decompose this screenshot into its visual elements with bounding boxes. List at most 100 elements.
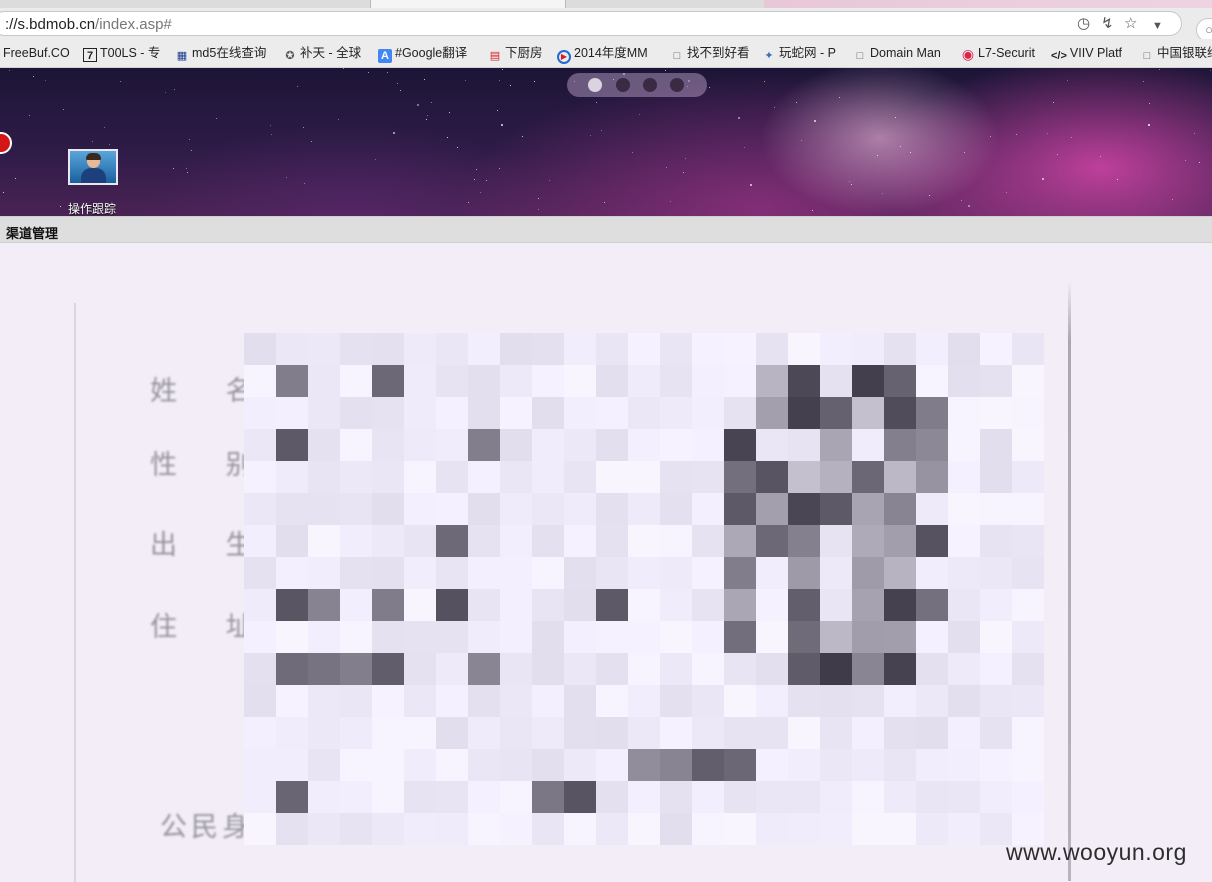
mosaic-cell (628, 429, 660, 461)
mosaic-cell (852, 717, 884, 749)
notification-badge-icon[interactable] (0, 132, 12, 154)
star (596, 102, 597, 103)
star (1117, 179, 1118, 180)
mosaic-cell (532, 621, 564, 653)
mosaic-cell (884, 717, 916, 749)
bookmark-google-translate[interactable]: A #Google翻译 (378, 39, 467, 67)
mosaic-cell (596, 813, 628, 845)
mosaic-cell (948, 557, 980, 589)
mosaic-cell (916, 461, 948, 493)
mosaic-cell (500, 493, 532, 525)
mosaic-cell (596, 653, 628, 685)
mosaic-cell (820, 685, 852, 717)
star (499, 168, 500, 169)
mosaic-cell (724, 717, 756, 749)
mosaic-cell (372, 557, 404, 589)
star (427, 115, 428, 116)
tab-strip-background (764, 0, 1212, 8)
mosaic-cell (788, 653, 820, 685)
mosaic-cell (532, 653, 564, 685)
star (400, 90, 401, 91)
star (1172, 199, 1173, 200)
pager-dot[interactable] (616, 78, 630, 92)
mosaic-cell (756, 621, 788, 653)
mosaic-cell (404, 813, 436, 845)
mosaic-cell (244, 397, 276, 429)
code-icon: </> (1051, 50, 1067, 62)
mosaic-cell (628, 621, 660, 653)
mosaic-cell (1012, 653, 1044, 685)
mosaic-cell (916, 333, 948, 365)
mosaic-cell (628, 525, 660, 557)
section-title: 渠道管理 (6, 226, 59, 241)
mosaic-cell (564, 781, 596, 813)
active-tab[interactable] (370, 0, 566, 8)
star (590, 135, 591, 136)
star (45, 80, 46, 81)
mosaic-cell (244, 685, 276, 717)
bookmark-domain-man[interactable]: □ Domain Man (853, 39, 941, 67)
mosaic-cell (1012, 397, 1044, 429)
document-viewer: 姓 名 性 别 出 生 住 址 公民身 www.wooyun.org (0, 243, 1212, 882)
mosaic-cell (276, 429, 308, 461)
mosaic-cell (468, 685, 500, 717)
bookmark-xiachufang[interactable]: ▤ 下厨房 (488, 39, 543, 67)
mosaic-cell (756, 717, 788, 749)
mosaic-cell (436, 365, 468, 397)
star (538, 198, 539, 199)
mosaic-cell (692, 653, 724, 685)
bolt-icon[interactable]: ↯ (1101, 15, 1114, 33)
url-input[interactable]: ://s.bdmob.cn/index.asp# ◷ ↯ ☆ ▼ (0, 11, 1182, 36)
mosaic-cell (468, 589, 500, 621)
bookmark-wanshe[interactable]: ✦ 玩蛇网 - P (762, 39, 836, 67)
desktop-icon-label[interactable]: 操作跟踪 (68, 200, 116, 216)
star (1006, 192, 1007, 193)
speed-dial-icon[interactable]: ◷ (1077, 15, 1090, 33)
mosaic-cell (852, 749, 884, 781)
mosaic-cell (436, 749, 468, 781)
mosaic-cell (500, 461, 532, 493)
mosaic-cell (308, 781, 340, 813)
mosaic-cell (404, 429, 436, 461)
mosaic-cell (500, 621, 532, 653)
mosaic-cell (692, 525, 724, 557)
star (286, 177, 287, 178)
star (774, 107, 775, 108)
bookmark-page-1[interactable]: □ 找不到好看 (670, 39, 750, 67)
bookmark-viiv[interactable]: </> VIIV Platf (1051, 39, 1122, 67)
star (187, 172, 188, 173)
mosaic-cell (276, 461, 308, 493)
mosaic-cell (436, 813, 468, 845)
mosaic-cell (564, 653, 596, 685)
mosaic-cell (820, 749, 852, 781)
bookmark-md5[interactable]: ▦ md5在线查询 (175, 39, 267, 67)
bookmark-t00ls[interactable]: 7 T00LS - 专 (83, 39, 160, 67)
mosaic-cell (1012, 493, 1044, 525)
mosaic-cell (340, 589, 372, 621)
bookmark-2014mm[interactable]: ▶ 2014年度MM (557, 39, 648, 67)
mosaic-cell (788, 365, 820, 397)
star (468, 202, 469, 203)
mosaic-cell (788, 429, 820, 461)
pager-dot-active[interactable] (588, 78, 602, 92)
mosaic-cell (372, 589, 404, 621)
mosaic-cell (980, 525, 1012, 557)
mosaic-cell (308, 813, 340, 845)
mosaic-cell (788, 621, 820, 653)
mosaic-cell (596, 365, 628, 397)
user-tracking-icon[interactable] (68, 149, 118, 185)
mosaic-cell (884, 621, 916, 653)
bookmark-butian[interactable]: ✪ 补天 - 全球 (283, 39, 361, 67)
bookmark-freebuf[interactable]: FreeBuf.CO (3, 39, 70, 67)
bookmark-star-icon[interactable]: ☆ (1124, 15, 1137, 33)
bookmark-l7[interactable]: ◉ L7-Securit (961, 39, 1035, 67)
chevron-down-icon[interactable]: ▼ (1152, 17, 1163, 35)
mosaic-cell (532, 717, 564, 749)
pager-dot[interactable] (670, 78, 684, 92)
mosaic-cell (692, 717, 724, 749)
pager-dot[interactable] (643, 78, 657, 92)
mosaic-cell (948, 653, 980, 685)
butian-icon: ✪ (285, 50, 295, 62)
bookmark-unionpay[interactable]: □ 中国银联绪 (1140, 39, 1212, 67)
mosaic-cell (532, 493, 564, 525)
